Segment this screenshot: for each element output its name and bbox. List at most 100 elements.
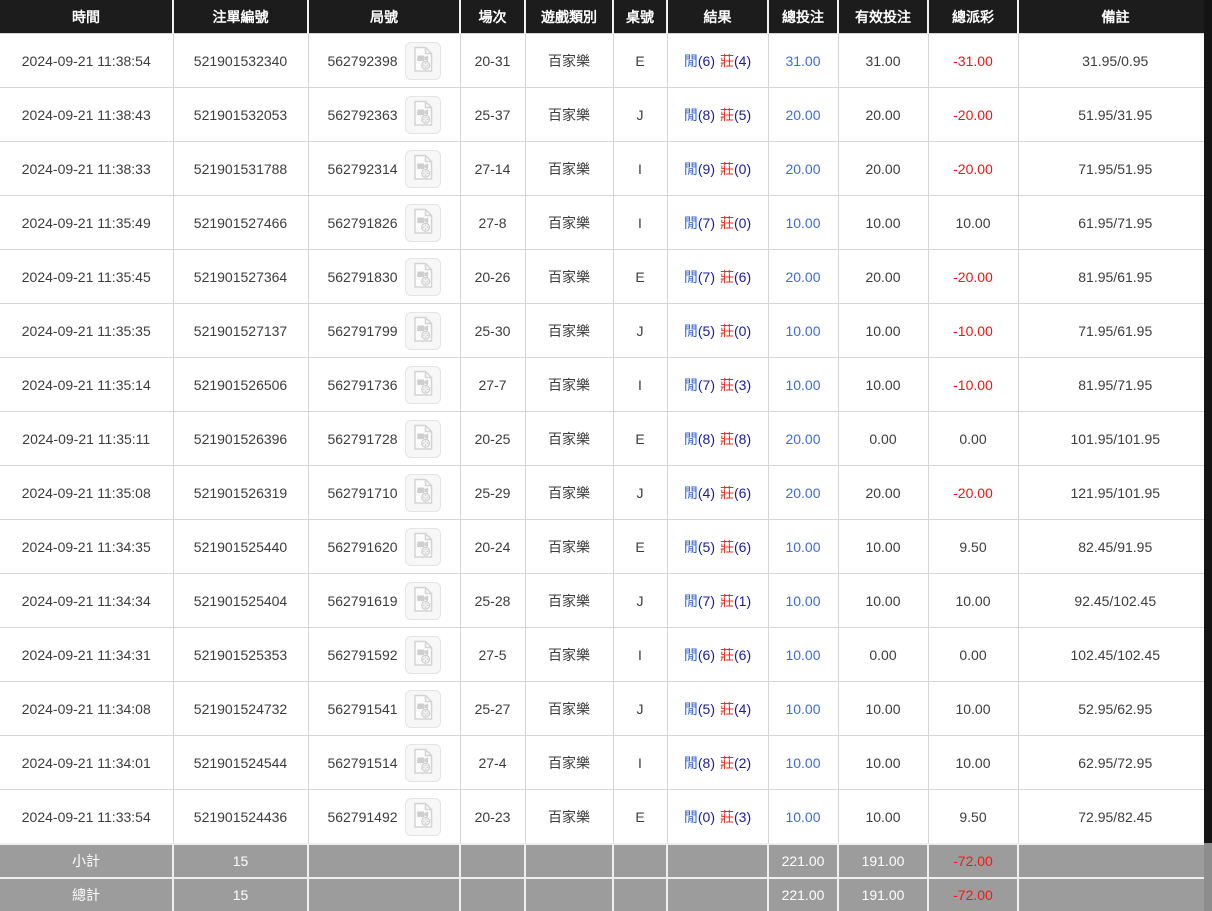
total-bet-link[interactable]: 20.00 xyxy=(785,161,820,177)
round-id-value: 562791514 xyxy=(327,754,398,771)
result-banker-label: 莊 xyxy=(720,592,734,609)
table-row: 2024-09-21 11:33:54 521901524436 5627914… xyxy=(0,789,1212,845)
total-bet-link[interactable]: 10.00 xyxy=(785,755,820,771)
video-replay-button[interactable] xyxy=(404,419,441,458)
video-replay-button[interactable] xyxy=(404,797,441,836)
bet-id-cell: 521901527364 xyxy=(172,249,309,304)
result-cell: 閒(5) 莊(0) xyxy=(666,303,769,358)
time-cell: 2024-09-21 11:34:31 xyxy=(0,627,174,682)
total-bet-link[interactable]: 10.00 xyxy=(785,647,820,663)
total-bet-link[interactable]: 10.00 xyxy=(785,377,820,393)
total-bet-cell: 10.00 xyxy=(767,789,839,845)
result-player-label: 閒 xyxy=(683,52,698,69)
total-empty-cell xyxy=(525,877,614,911)
game-type-cell: 百家樂 xyxy=(524,681,614,736)
result-cell: 閒(9) 莊(0) xyxy=(666,141,769,196)
video-replay-icon xyxy=(411,640,435,670)
col-remark: 備註 xyxy=(1018,0,1212,34)
total-bet-cell: 20.00 xyxy=(767,249,839,304)
video-replay-button[interactable] xyxy=(404,365,441,404)
result-banker-label: 莊 xyxy=(720,160,734,177)
subtotal-empty-cell xyxy=(308,843,461,878)
video-replay-button[interactable] xyxy=(404,149,441,188)
payout-cell: -20.00 xyxy=(927,87,1019,142)
video-replay-icon xyxy=(411,208,435,238)
session-cell: 27-8 xyxy=(459,195,526,250)
video-replay-button[interactable] xyxy=(404,635,441,674)
page-right-edge-dark xyxy=(1204,0,1212,843)
total-bet-link[interactable]: 20.00 xyxy=(785,431,820,447)
payout-cell: 9.50 xyxy=(927,789,1019,845)
result-player-score: (7) xyxy=(697,268,715,285)
game-type-cell: 百家樂 xyxy=(524,573,614,628)
result-cell: 閒(5) 莊(4) xyxy=(666,681,769,736)
total-bet-link[interactable]: 20.00 xyxy=(785,269,820,285)
result-banker-score: (0) xyxy=(734,214,752,231)
video-replay-button[interactable] xyxy=(404,95,441,134)
video-replay-button[interactable] xyxy=(404,257,441,296)
time-cell: 2024-09-21 11:35:14 xyxy=(0,357,174,412)
video-replay-button[interactable] xyxy=(404,581,441,620)
remark-cell: 72.95/82.45 xyxy=(1017,789,1212,845)
result-banker-label: 莊 xyxy=(720,322,734,339)
video-replay-icon xyxy=(411,532,435,562)
total-empty-cell xyxy=(308,877,461,911)
result-player-label: 閒 xyxy=(683,322,698,339)
result-banker-label: 莊 xyxy=(720,484,734,501)
result-player-score: (5) xyxy=(697,538,715,555)
remark-cell: 61.95/71.95 xyxy=(1017,195,1212,250)
valid-bet-cell: 10.00 xyxy=(837,519,929,574)
round-id-cell: 562791492 xyxy=(307,789,461,845)
result-banker-score: (2) xyxy=(734,754,752,771)
video-replay-button[interactable] xyxy=(404,203,441,242)
result-player-label: 閒 xyxy=(683,484,698,501)
time-cell: 2024-09-21 11:34:08 xyxy=(0,681,174,736)
table-no-cell: J xyxy=(612,87,668,142)
table-row: 2024-09-21 11:35:11 521901526396 5627917… xyxy=(0,411,1212,466)
time-cell: 2024-09-21 11:35:08 xyxy=(0,465,174,520)
time-cell: 2024-09-21 11:38:33 xyxy=(0,141,174,196)
video-replay-icon xyxy=(411,478,435,508)
remark-cell: 82.45/91.95 xyxy=(1017,519,1212,574)
payout-cell: -10.00 xyxy=(927,357,1019,412)
total-bet-link[interactable]: 10.00 xyxy=(785,701,820,717)
video-replay-button[interactable] xyxy=(404,473,441,512)
total-bet-cell: 20.00 xyxy=(767,411,839,466)
video-replay-button[interactable] xyxy=(404,41,441,80)
total-bet-link[interactable]: 10.00 xyxy=(785,215,820,231)
round-id-value: 562791728 xyxy=(327,430,398,447)
result-banker-score: (8) xyxy=(734,430,752,447)
col-time: 時間 xyxy=(0,0,174,34)
result-banker-score: (6) xyxy=(734,484,752,501)
total-bet-link[interactable]: 10.00 xyxy=(785,809,820,825)
valid-bet-cell: 10.00 xyxy=(837,573,929,628)
total-bet-link[interactable]: 10.00 xyxy=(785,593,820,609)
result-player-score: (5) xyxy=(697,322,715,339)
result-banker-label: 莊 xyxy=(720,430,734,447)
round-id-value: 562792363 xyxy=(327,106,398,123)
total-bet-link[interactable]: 20.00 xyxy=(785,485,820,501)
game-type-cell: 百家樂 xyxy=(524,195,614,250)
round-id-value: 562791826 xyxy=(327,214,398,231)
result-cell: 閒(7) 莊(6) xyxy=(666,249,769,304)
total-bet-link[interactable]: 31.00 xyxy=(785,53,820,69)
total-bet-link[interactable]: 10.00 xyxy=(785,323,820,339)
video-replay-icon xyxy=(411,802,435,832)
total-bet-link[interactable]: 10.00 xyxy=(785,539,820,555)
total-bet-link[interactable]: 20.00 xyxy=(785,107,820,123)
subtotal-total-bet: 221.00 xyxy=(768,843,839,878)
result-banker-label: 莊 xyxy=(720,538,734,555)
video-replay-button[interactable] xyxy=(404,689,441,728)
video-replay-button[interactable] xyxy=(404,311,441,350)
result-player-label: 閒 xyxy=(683,538,698,555)
video-replay-button[interactable] xyxy=(404,527,441,566)
table-no-cell: J xyxy=(612,465,668,520)
round-id-cell: 562791710 xyxy=(307,465,461,520)
result-player-score: (7) xyxy=(697,214,715,231)
time-cell: 2024-09-21 11:35:11 xyxy=(0,411,174,466)
total-empty-cell xyxy=(460,877,526,911)
result-banker-score: (0) xyxy=(734,322,752,339)
video-replay-button[interactable] xyxy=(404,743,441,782)
header-row: 時間 注單編號 局號 場次 遊戲類別 桌號 結果 總投注 有效投注 總派彩 備註 xyxy=(0,0,1212,34)
time-cell: 2024-09-21 11:34:01 xyxy=(0,735,174,790)
